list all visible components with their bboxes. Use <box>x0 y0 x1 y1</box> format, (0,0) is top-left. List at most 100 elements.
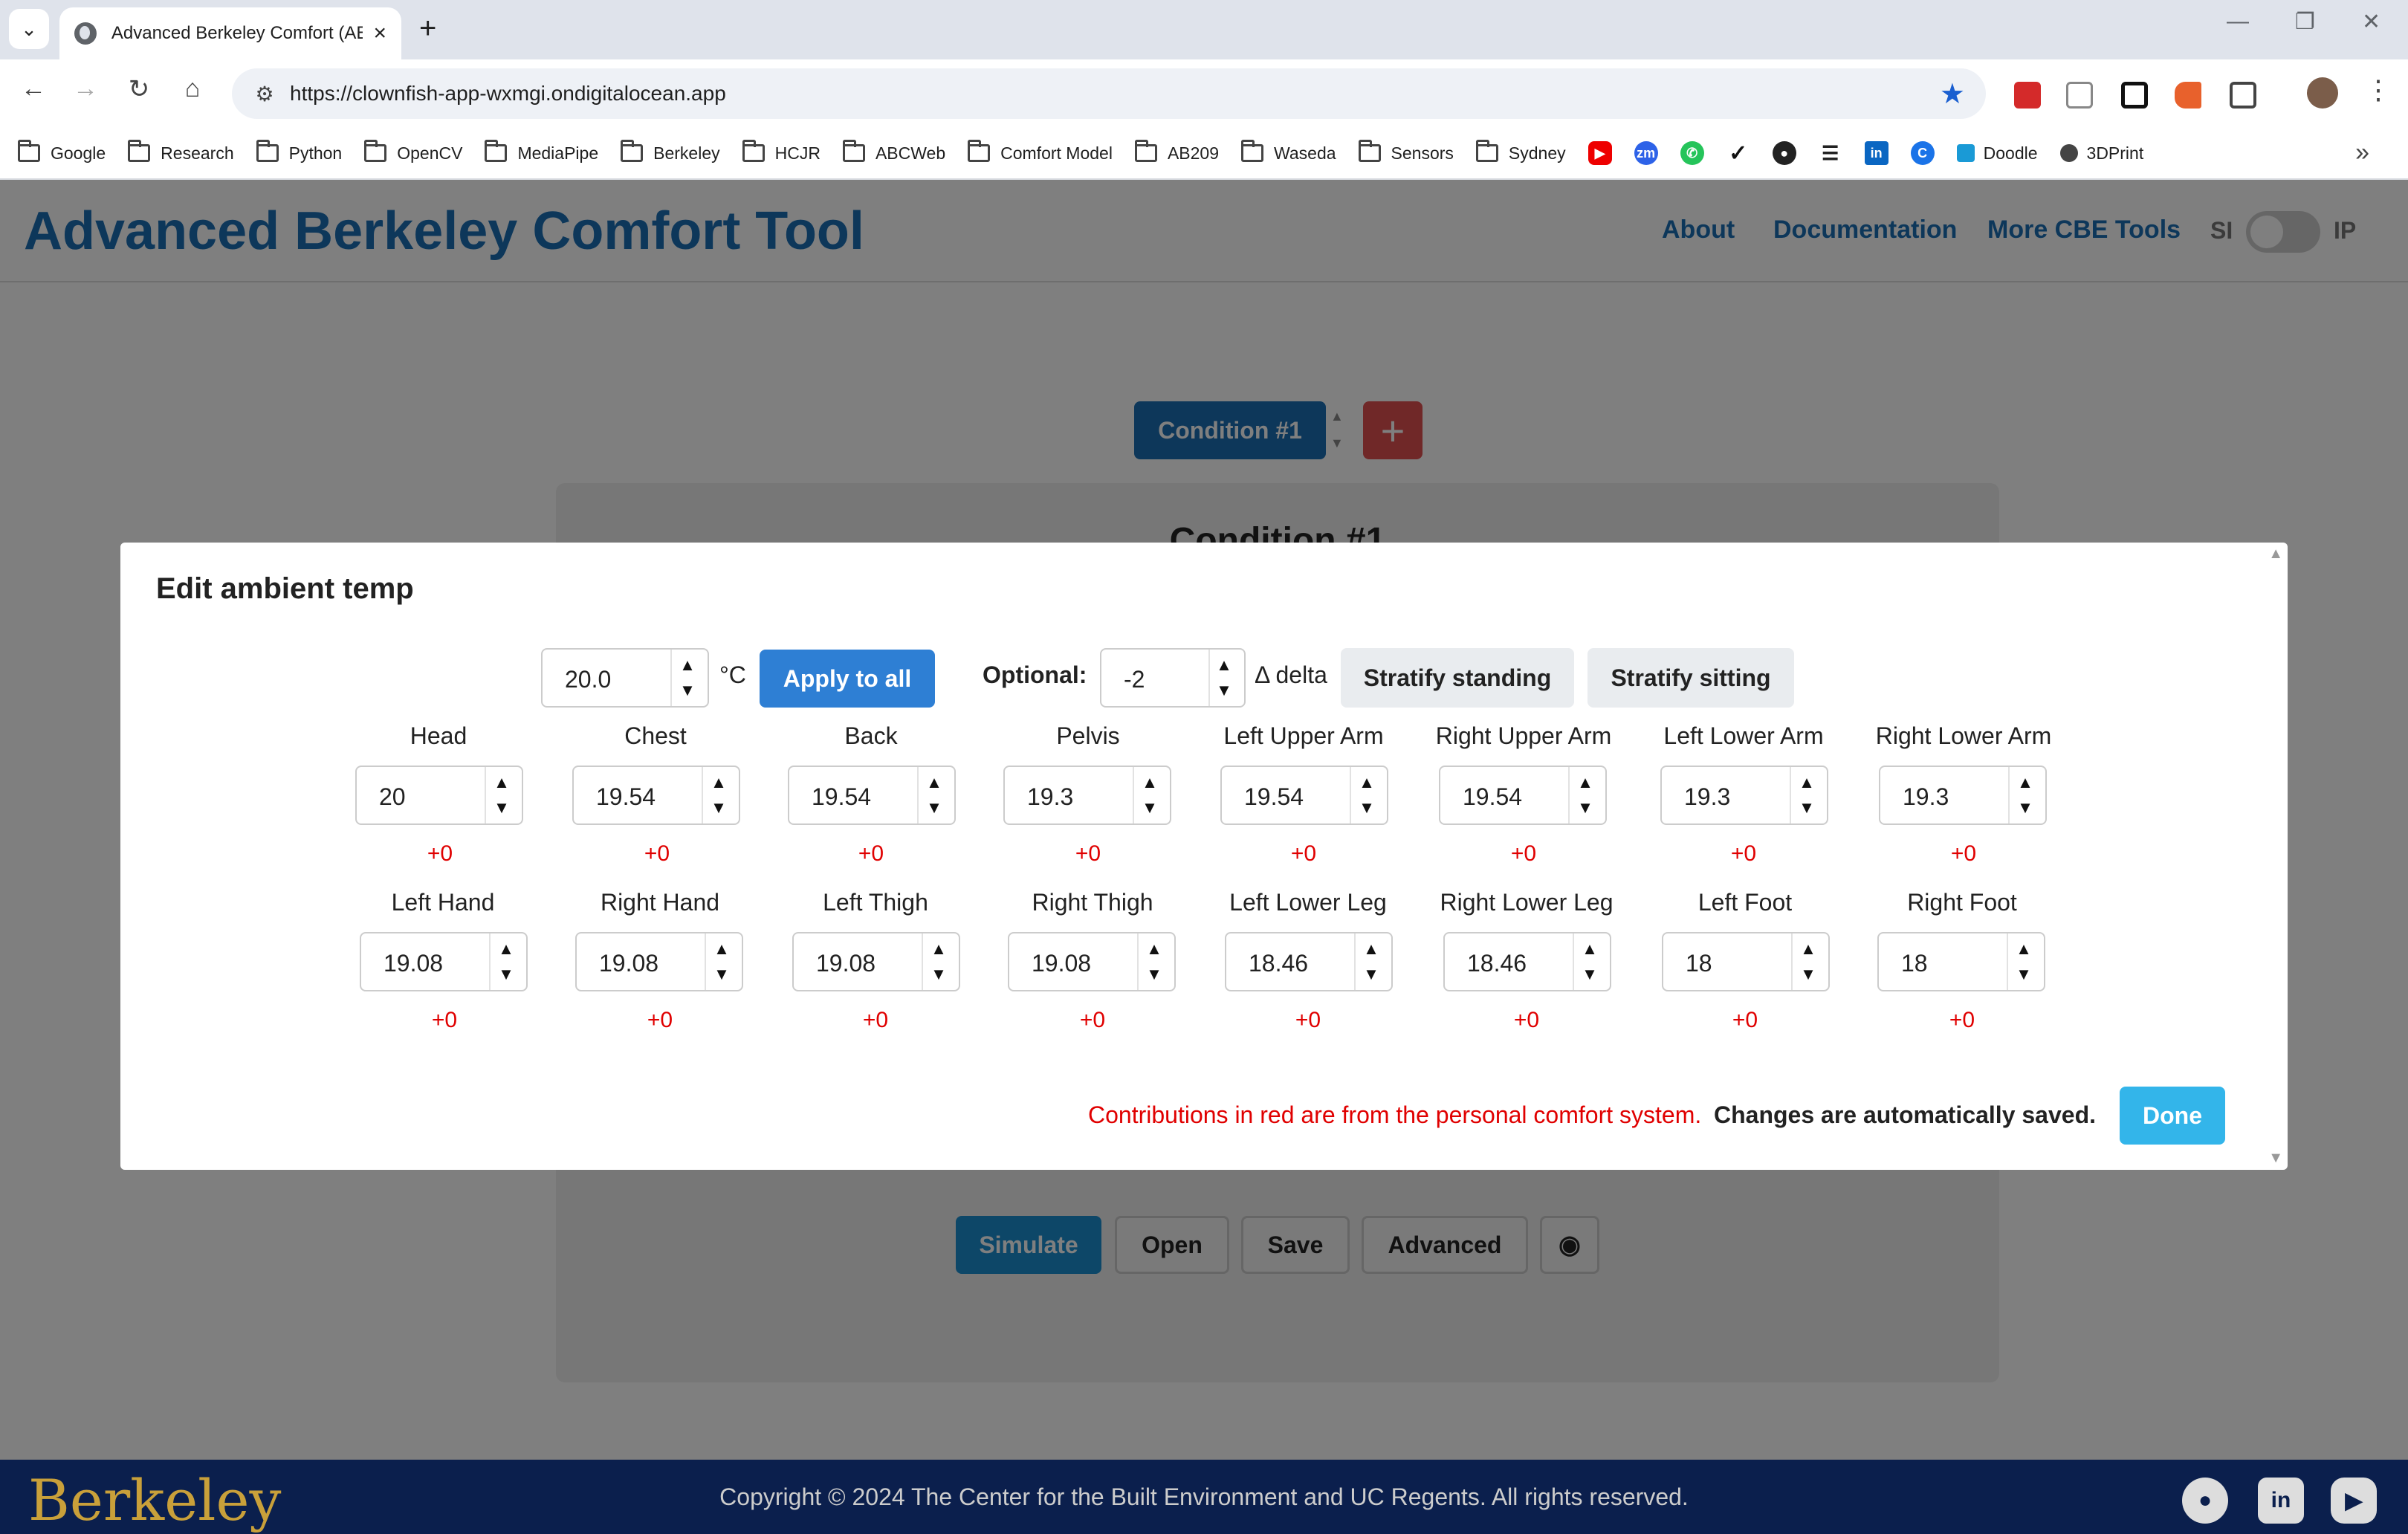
decrement-icon[interactable]: ▼ <box>1213 681 1235 700</box>
minimize-icon[interactable]: — <box>2227 9 2249 34</box>
done-button[interactable]: Done <box>2120 1087 2225 1145</box>
decrement-icon[interactable]: ▼ <box>2014 798 2036 818</box>
decrement-icon[interactable]: ▼ <box>711 965 733 984</box>
youtube-icon[interactable]: ▶ <box>1587 141 1612 165</box>
site-info-icon[interactable]: ⚙ <box>242 82 287 106</box>
increment-icon[interactable]: ▲ <box>1356 773 1378 792</box>
reload-icon[interactable]: ↻ <box>120 74 158 104</box>
profile-avatar[interactable] <box>2307 77 2338 109</box>
body-part-temp-input[interactable]: 19.3 ▲ ▼ <box>1879 766 2047 825</box>
body-part-temp-input[interactable]: 18 ▲ ▼ <box>1877 932 2045 991</box>
chrome-app-icon[interactable]: C <box>1910 141 1935 165</box>
increment-icon[interactable]: ▲ <box>1796 773 1818 792</box>
increment-icon[interactable]: ▲ <box>923 773 945 792</box>
tab-search-button[interactable]: ⌄ <box>9 9 49 49</box>
bookmark-doodle[interactable]: Doodle <box>1956 143 2038 164</box>
body-part-temp-input[interactable]: 19.54 ▲ ▼ <box>1439 766 1607 825</box>
decrement-icon[interactable]: ▼ <box>1139 798 1161 818</box>
delta-input[interactable]: -2 ▲ ▼ <box>1100 648 1246 708</box>
new-tab-button[interactable]: + <box>419 12 436 45</box>
decrement-icon[interactable]: ▼ <box>1797 965 1819 984</box>
decrement-icon[interactable]: ▼ <box>1360 965 1382 984</box>
extension-icon[interactable] <box>2014 82 2041 109</box>
increment-icon[interactable]: ▲ <box>491 773 513 792</box>
body-part-temp-input[interactable]: 19.3 ▲ ▼ <box>1003 766 1171 825</box>
body-part-temp-input[interactable]: 19.54 ▲ ▼ <box>572 766 740 825</box>
body-part-temp-input[interactable]: 19.54 ▲ ▼ <box>1220 766 1388 825</box>
github-icon[interactable]: ● <box>1772 141 1796 165</box>
body-part-temp-input[interactable]: 18.46 ▲ ▼ <box>1225 932 1393 991</box>
increment-icon[interactable]: ▲ <box>1360 939 1382 959</box>
body-part-temp-input[interactable]: 19.3 ▲ ▼ <box>1660 766 1828 825</box>
github-icon[interactable]: ● <box>2182 1478 2228 1524</box>
home-icon[interactable]: ⌂ <box>174 74 211 103</box>
bookmark-folder[interactable]: OpenCV <box>364 140 462 164</box>
bookmark-folder[interactable]: Sydney <box>1475 140 1566 164</box>
linkedin-icon[interactable]: in <box>2258 1478 2304 1524</box>
checkmark-icon[interactable]: ✓ <box>1726 141 1750 166</box>
forward-icon[interactable]: → <box>67 74 104 103</box>
bookmarks-overflow-icon[interactable]: » <box>2355 138 2369 167</box>
increment-icon[interactable]: ▲ <box>2013 939 2035 959</box>
increment-icon[interactable]: ▲ <box>711 939 733 959</box>
url-text[interactable]: https://clownfish-app-wxmgi.ondigitaloce… <box>290 82 726 106</box>
decrement-icon[interactable]: ▼ <box>1579 965 1601 984</box>
bookmark-folder[interactable]: AB209 <box>1134 140 1219 164</box>
youtube-icon[interactable]: ▶ <box>2331 1478 2377 1524</box>
increment-icon[interactable]: ▲ <box>708 773 730 792</box>
bookmark-folder[interactable]: Research <box>128 140 234 164</box>
bookmark-3dprint[interactable]: 3DPrint <box>2059 143 2143 164</box>
body-part-temp-input[interactable]: 19.08 ▲ ▼ <box>1008 932 1176 991</box>
body-part-temp-input[interactable]: 20 ▲ ▼ <box>355 766 523 825</box>
body-part-temp-input[interactable]: 19.54 ▲ ▼ <box>788 766 956 825</box>
window-close-icon[interactable]: ✕ <box>2362 9 2381 35</box>
decrement-icon[interactable]: ▼ <box>491 798 513 818</box>
bookmark-folder[interactable]: Python <box>256 140 342 164</box>
decrement-icon[interactable]: ▼ <box>495 965 517 984</box>
increment-icon[interactable]: ▲ <box>2014 773 2036 792</box>
decrement-icon[interactable]: ▼ <box>923 798 945 818</box>
stratify-sitting-button[interactable]: Stratify sitting <box>1587 648 1794 708</box>
linkedin-icon[interactable]: in <box>1864 141 1888 165</box>
decrement-icon[interactable]: ▼ <box>1143 965 1165 984</box>
decrement-icon[interactable]: ▼ <box>1356 798 1378 818</box>
body-part-temp-input[interactable]: 18.46 ▲ ▼ <box>1443 932 1611 991</box>
restore-icon[interactable]: ❐ <box>2295 9 2315 35</box>
back-icon[interactable]: ← <box>15 74 52 103</box>
body-part-temp-input[interactable]: 18 ▲ ▼ <box>1662 932 1830 991</box>
decrement-icon[interactable]: ▼ <box>708 798 730 818</box>
address-bar[interactable]: ⚙ https://clownfish-app-wxmgi.ondigitalo… <box>232 68 1986 119</box>
bookmark-folder[interactable]: Comfort Model <box>968 140 1113 164</box>
bookmark-folder[interactable]: ABCWeb <box>842 140 945 164</box>
increment-icon[interactable]: ▲ <box>1213 656 1235 675</box>
increment-icon[interactable]: ▲ <box>495 939 517 959</box>
bookmark-folder[interactable]: Waseda <box>1241 140 1336 164</box>
global-temp-input[interactable]: 20.0 ▲ ▼ <box>541 648 709 708</box>
extension-icon[interactable] <box>2121 82 2148 109</box>
bookmark-folder[interactable]: HCJR <box>742 140 821 164</box>
document-icon[interactable] <box>2066 82 2093 109</box>
bookmark-star-icon[interactable]: ★ <box>1940 77 1965 111</box>
zoom-icon[interactable]: zm <box>1634 141 1658 165</box>
increment-icon[interactable]: ▲ <box>1143 939 1165 959</box>
apply-to-all-button[interactable]: Apply to all <box>760 650 935 708</box>
decrement-icon[interactable]: ▼ <box>1796 798 1818 818</box>
increment-icon[interactable]: ▲ <box>1579 939 1601 959</box>
tab-close-icon[interactable]: × <box>373 21 386 46</box>
scroll-up-icon[interactable]: ▲ <box>2268 546 2283 563</box>
bookmark-folder[interactable]: Google <box>18 140 106 164</box>
body-part-temp-input[interactable]: 19.08 ▲ ▼ <box>575 932 743 991</box>
increment-icon[interactable]: ▲ <box>928 939 950 959</box>
puzzle-extensions-icon[interactable] <box>2230 82 2256 109</box>
megaphone-icon[interactable] <box>2175 82 2201 109</box>
body-part-temp-input[interactable]: 19.08 ▲ ▼ <box>360 932 528 991</box>
whatsapp-icon[interactable]: ✆ <box>1680 141 1704 165</box>
scroll-down-icon[interactable]: ▼ <box>2268 1150 2283 1167</box>
decrement-icon[interactable]: ▼ <box>928 965 950 984</box>
body-part-temp-input[interactable]: 19.08 ▲ ▼ <box>792 932 960 991</box>
increment-icon[interactable]: ▲ <box>676 656 699 675</box>
decrement-icon[interactable]: ▼ <box>676 681 699 700</box>
bookmark-folder[interactable]: MediaPipe <box>485 140 598 164</box>
increment-icon[interactable]: ▲ <box>1797 939 1819 959</box>
increment-icon[interactable]: ▲ <box>1574 773 1596 792</box>
